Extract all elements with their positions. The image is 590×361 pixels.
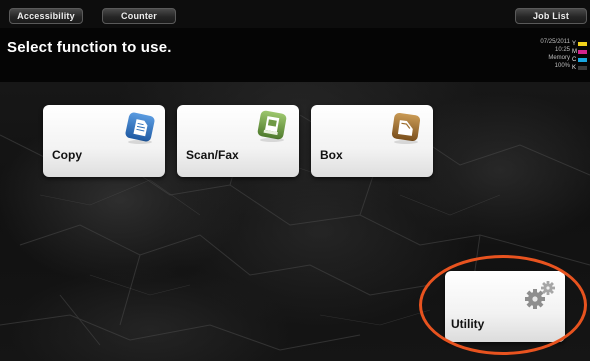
- panel-screen: Accessibility Counter Job List Select fu…: [0, 0, 590, 361]
- toner-levels: Y M C K: [572, 40, 588, 72]
- accessibility-label: Accessibility: [17, 11, 75, 21]
- box-button[interactable]: Box: [311, 105, 433, 177]
- copy-button[interactable]: Copy: [43, 105, 165, 177]
- job-list-label: Job List: [532, 11, 570, 21]
- header-bar: Select function to use. 07/25/2011 10:25…: [0, 28, 590, 82]
- toner-m-bar: [578, 50, 587, 54]
- counter-label: Counter: [121, 11, 157, 21]
- toner-y: Y: [572, 40, 588, 48]
- toner-y-bar: [578, 42, 587, 46]
- toner-k: K: [572, 64, 588, 72]
- memory-label: Memory: [548, 55, 570, 61]
- scan-fax-icon: [257, 110, 287, 142]
- box-label: Box: [320, 148, 343, 162]
- toner-k-bar: [578, 66, 587, 70]
- job-list-button[interactable]: Job List: [515, 8, 587, 24]
- toner-c-bar: [578, 58, 587, 62]
- scan-fax-button[interactable]: Scan/Fax: [177, 105, 299, 177]
- status-readout: 07/25/2011 10:25 Memory 100%: [510, 38, 570, 70]
- accessibility-button[interactable]: Accessibility: [9, 8, 83, 24]
- memory-value: 100%: [554, 63, 570, 69]
- counter-button[interactable]: Counter: [102, 8, 176, 24]
- status-date: 07/25/2011: [540, 39, 570, 45]
- utility-button[interactable]: Utility: [445, 271, 565, 342]
- utility-label: Utility: [451, 317, 485, 331]
- toner-c: C: [572, 56, 588, 64]
- scan-fax-label: Scan/Fax: [186, 148, 239, 162]
- gear-icon: [525, 281, 555, 309]
- copy-label: Copy: [52, 148, 82, 162]
- status-time: 10:25: [554, 47, 570, 53]
- copy-icon: [125, 112, 155, 144]
- page-title: Select function to use.: [7, 39, 172, 56]
- box-icon: [391, 112, 421, 144]
- toner-m: M: [572, 48, 588, 56]
- top-bar: Accessibility Counter Job List: [0, 0, 590, 28]
